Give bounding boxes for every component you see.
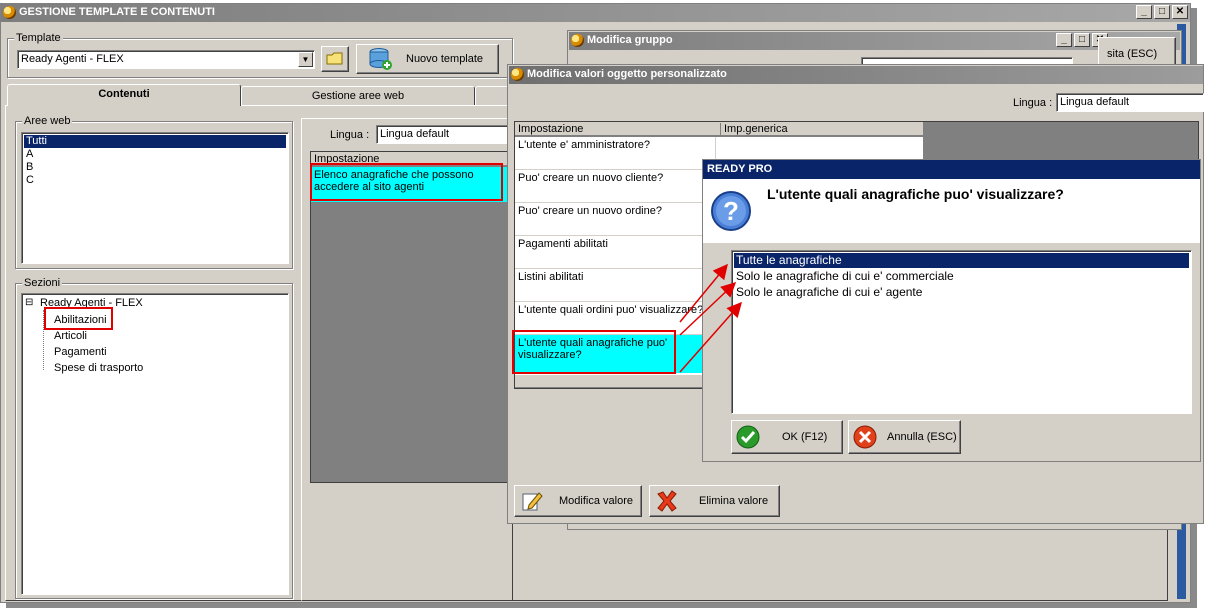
tab-contenuti[interactable]: Contenuti (7, 84, 241, 106)
arrow-2 (679, 281, 737, 336)
arrow-3 (679, 301, 742, 373)
tab-contenuti-label: Contenuti (98, 88, 150, 100)
